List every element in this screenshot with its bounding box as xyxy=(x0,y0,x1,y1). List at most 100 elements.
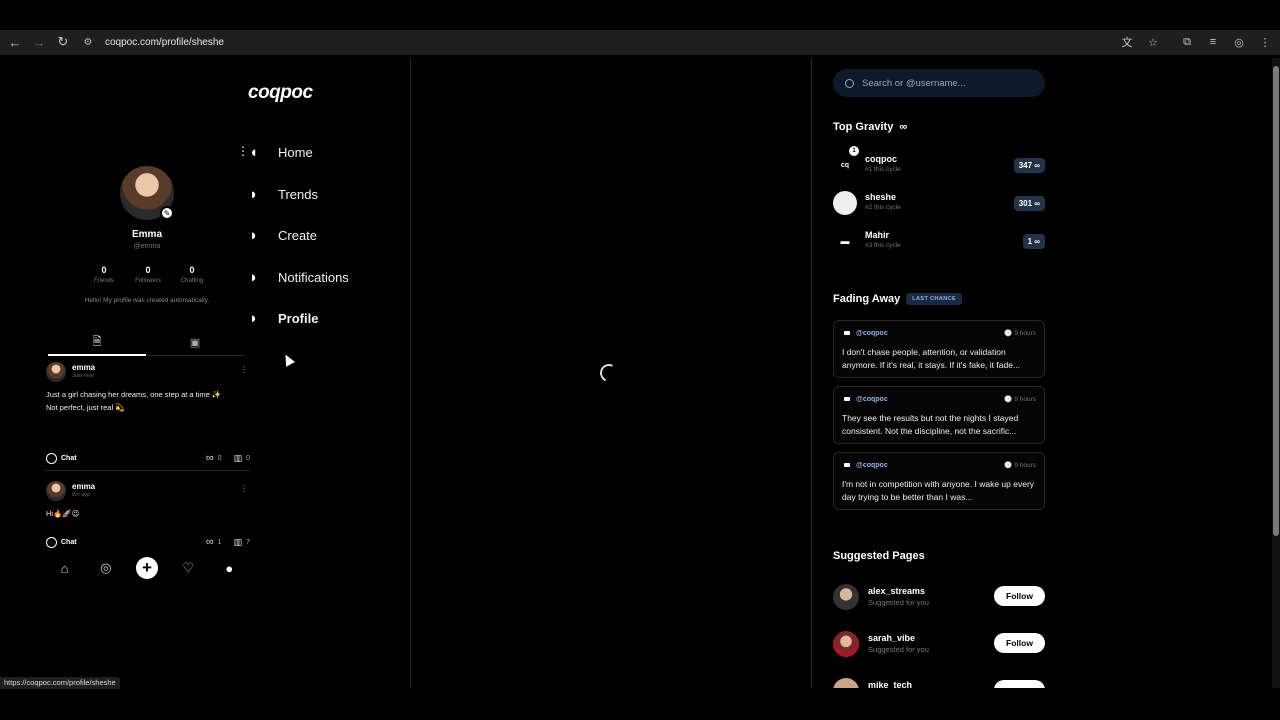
browser-toolbar: ← → ↻ ⚙ coqpoc.com/profile/sheshe 文 ☆ ⧉ … xyxy=(0,30,1280,55)
post-handle[interactable]: @coqpoc xyxy=(856,462,888,469)
post-more-icon[interactable]: ⋮ xyxy=(240,484,248,493)
nav-item-home[interactable]: ◖ Home xyxy=(232,132,402,174)
stat-value: 0 xyxy=(101,265,107,275)
tab-posts[interactable]: 🗎 xyxy=(48,330,146,356)
suggested-name[interactable]: mike_tech xyxy=(868,680,912,688)
account-icon[interactable]: ◎ xyxy=(1230,33,1248,51)
column-divider-right xyxy=(811,58,812,688)
site-info-icon[interactable]: ⚙ xyxy=(80,35,96,51)
author-icon xyxy=(844,463,850,467)
create-icon: ◗ xyxy=(248,227,258,245)
nav-item-notifications[interactable]: ◗ Notifications xyxy=(232,257,402,299)
stat-label: Friends xyxy=(93,278,114,284)
bell-icon: ◗ xyxy=(248,268,258,286)
app-logo[interactable]: coqpoc xyxy=(248,82,313,104)
post-text: They see the results but not the nights … xyxy=(842,413,1019,436)
forward-icon[interactable]: → xyxy=(29,32,49,52)
suggested-name[interactable]: sarah_vibe xyxy=(868,633,915,643)
user-icon[interactable]: ● xyxy=(218,557,240,579)
tab-media[interactable]: ▣ xyxy=(146,330,244,355)
window-titlebar xyxy=(0,0,1280,30)
fading-away-header: Fading Away LAST CHANCE xyxy=(833,293,963,305)
nav-item-label: Notifications xyxy=(278,269,349,285)
post-avatar[interactable] xyxy=(46,481,66,501)
views-bar-icon: ▥ xyxy=(233,452,243,463)
follow-button[interactable]: Follow xyxy=(994,633,1045,653)
post-time: 8m ago xyxy=(72,492,91,498)
views-bar-icon: ▥ xyxy=(233,536,243,547)
suggested-name[interactable]: alex_streams xyxy=(868,586,925,596)
stat-followers[interactable]: 0 Followers xyxy=(126,265,170,284)
suggested-row[interactable]: alex_streams Suggested for you Follow xyxy=(833,582,1045,614)
post-handle[interactable]: @coqpoc xyxy=(856,330,888,337)
gravity-row[interactable]: sheshe #2 this cycle 301 ∞ xyxy=(833,188,1045,218)
mobile-bottom-nav: ⌂ ◎ + ♡ ● xyxy=(44,555,250,581)
post-metrics: ∞ 0 ▥ 0 xyxy=(206,452,250,464)
post-card[interactable]: emma Just now ⋮ Just a girl chasing her … xyxy=(44,362,250,470)
chat-button[interactable]: Chat xyxy=(46,452,77,464)
address-bar[interactable]: ⚙ coqpoc.com/profile/sheshe xyxy=(80,32,1170,53)
fading-post-card[interactable]: @coqpoc 🕓 9 hours I don't chase people, … xyxy=(833,320,1045,378)
page-scrollbar[interactable] xyxy=(1272,58,1280,688)
author-icon xyxy=(844,397,850,401)
nav-item-profile[interactable]: ◗ Profile xyxy=(232,298,402,340)
gravity-infinity-icon[interactable]: ∞ xyxy=(206,536,214,548)
search-input[interactable]: Search or @username... xyxy=(833,69,1045,97)
follow-button[interactable]: Follow xyxy=(994,586,1045,606)
gravity-avatar: ▬ xyxy=(833,229,857,253)
follow-button[interactable] xyxy=(994,680,1045,688)
add-post-icon[interactable]: + xyxy=(135,557,158,579)
suggested-header: Suggested Pages xyxy=(833,550,925,562)
post-author[interactable]: emma xyxy=(72,363,95,372)
reload-icon[interactable]: ↻ xyxy=(53,32,73,52)
post-card[interactable]: emma 8m ago ⋮ Hi🔥🚀😉 Chat ∞ 1 ▥ 7 xyxy=(44,481,250,551)
top-gravity-header: Top Gravity ∞ xyxy=(833,121,907,133)
post-avatar[interactable] xyxy=(46,362,66,382)
gravity-infinity-icon[interactable]: ∞ xyxy=(206,452,214,464)
fading-post-card[interactable]: @coqpoc 🕓 9 hours They see the results b… xyxy=(833,386,1045,444)
chat-button[interactable]: Chat xyxy=(46,536,77,548)
gravity-row[interactable]: ▬ Mahir #3 this cycle 1 ∞ xyxy=(833,226,1045,256)
suggested-row[interactable]: mike_tech xyxy=(833,676,1045,688)
suggested-avatar[interactable] xyxy=(833,678,859,688)
scrollbar-thumb[interactable] xyxy=(1273,66,1279,536)
post-text: Just a girl chasing her dreams, one step… xyxy=(46,390,222,412)
gravity-score: 347 ∞ xyxy=(1013,158,1045,173)
nav-item-trends[interactable]: ◗ Trends xyxy=(232,174,402,216)
translate-icon[interactable]: 文 xyxy=(1118,33,1136,51)
nav-item-label: Home xyxy=(278,145,313,161)
edit-avatar-icon[interactable]: ✎ xyxy=(160,206,174,220)
post-more-icon[interactable]: ⋮ xyxy=(240,365,248,374)
post-time: 🕓 9 hours xyxy=(1004,462,1036,469)
home-icon[interactable]: ⌂ xyxy=(54,557,76,579)
post-author[interactable]: emma xyxy=(72,482,95,491)
gravity-name: sheshe xyxy=(865,192,897,202)
suggested-avatar[interactable] xyxy=(833,584,859,610)
post-handle[interactable]: @coqpoc xyxy=(856,396,888,403)
suggested-row[interactable]: sarah_vibe Suggested for you Follow xyxy=(833,629,1045,661)
compass-icon[interactable]: ◎ xyxy=(95,557,117,579)
document-icon: 🗎 xyxy=(92,336,102,348)
fading-post-card[interactable]: @coqpoc 🕓 9 hours I'm not in competition… xyxy=(833,452,1045,510)
chat-bubble-icon xyxy=(46,452,57,464)
bookmark-star-icon[interactable]: ☆ xyxy=(1144,33,1162,51)
gravity-row[interactable]: cq 1 coqpoc #1 this cycle 347 ∞ xyxy=(833,146,1045,180)
time-label: 9 hours xyxy=(1014,396,1036,403)
heart-icon[interactable]: ♡ xyxy=(177,557,199,579)
section-title: Suggested Pages xyxy=(833,550,925,562)
column-divider-left xyxy=(410,58,411,688)
trends-icon: ◗ xyxy=(248,185,258,203)
suggested-avatar[interactable] xyxy=(833,631,859,657)
nav-item-create[interactable]: ◗ Create xyxy=(232,215,402,257)
menu-icon[interactable]: ⋮ xyxy=(1256,33,1274,51)
post-time: 🕓 9 hours xyxy=(1004,330,1036,337)
media-icon[interactable]: ≡ xyxy=(1204,33,1222,51)
gravity-count: 0 xyxy=(217,454,222,462)
stat-value: 0 xyxy=(189,265,195,275)
back-icon[interactable]: ← xyxy=(5,32,25,52)
post-actions: Chat ∞ 0 ▥ 0 xyxy=(46,452,250,464)
gravity-score: 1 ∞ xyxy=(1022,234,1045,249)
stat-chatting[interactable]: 0 Chatting xyxy=(170,265,214,284)
extensions-icon[interactable]: ⧉ xyxy=(1178,33,1196,51)
stat-friends[interactable]: 0 Friends xyxy=(82,265,126,284)
